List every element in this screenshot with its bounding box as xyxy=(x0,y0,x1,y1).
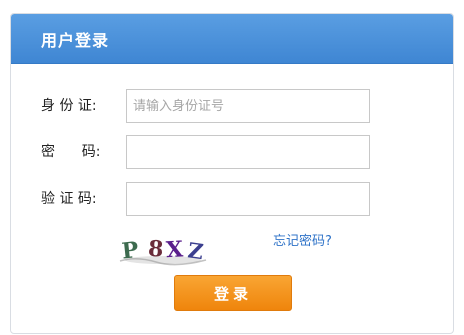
password-label: 密 码: xyxy=(41,144,101,160)
id-row: 身 份 证: xyxy=(11,89,453,123)
id-input[interactable] xyxy=(126,89,370,123)
captcha-label: 验 证 码: xyxy=(41,191,97,207)
captcha-image[interactable]: P 8 X Z xyxy=(116,232,210,266)
login-button[interactable]: 登录 xyxy=(174,275,292,311)
password-input[interactable] xyxy=(126,135,370,169)
id-label: 身 份 证: xyxy=(41,98,97,114)
panel-title: 用户登录 xyxy=(41,30,110,50)
captcha-char: 8 xyxy=(147,236,164,263)
captcha-char: Z xyxy=(186,237,205,264)
captcha-char: X xyxy=(165,236,184,263)
login-panel: 用户登录 身 份 证: 密 码: 验 证 码: P 8 X Z 忘记密码? 登录 xyxy=(10,13,454,334)
captcha-input[interactable] xyxy=(126,182,370,216)
panel-header: 用户登录 xyxy=(11,14,453,64)
forgot-password-link[interactable]: 忘记密码? xyxy=(273,230,332,249)
captcha-row: 验 证 码: xyxy=(11,182,453,216)
password-row: 密 码: xyxy=(11,135,453,169)
